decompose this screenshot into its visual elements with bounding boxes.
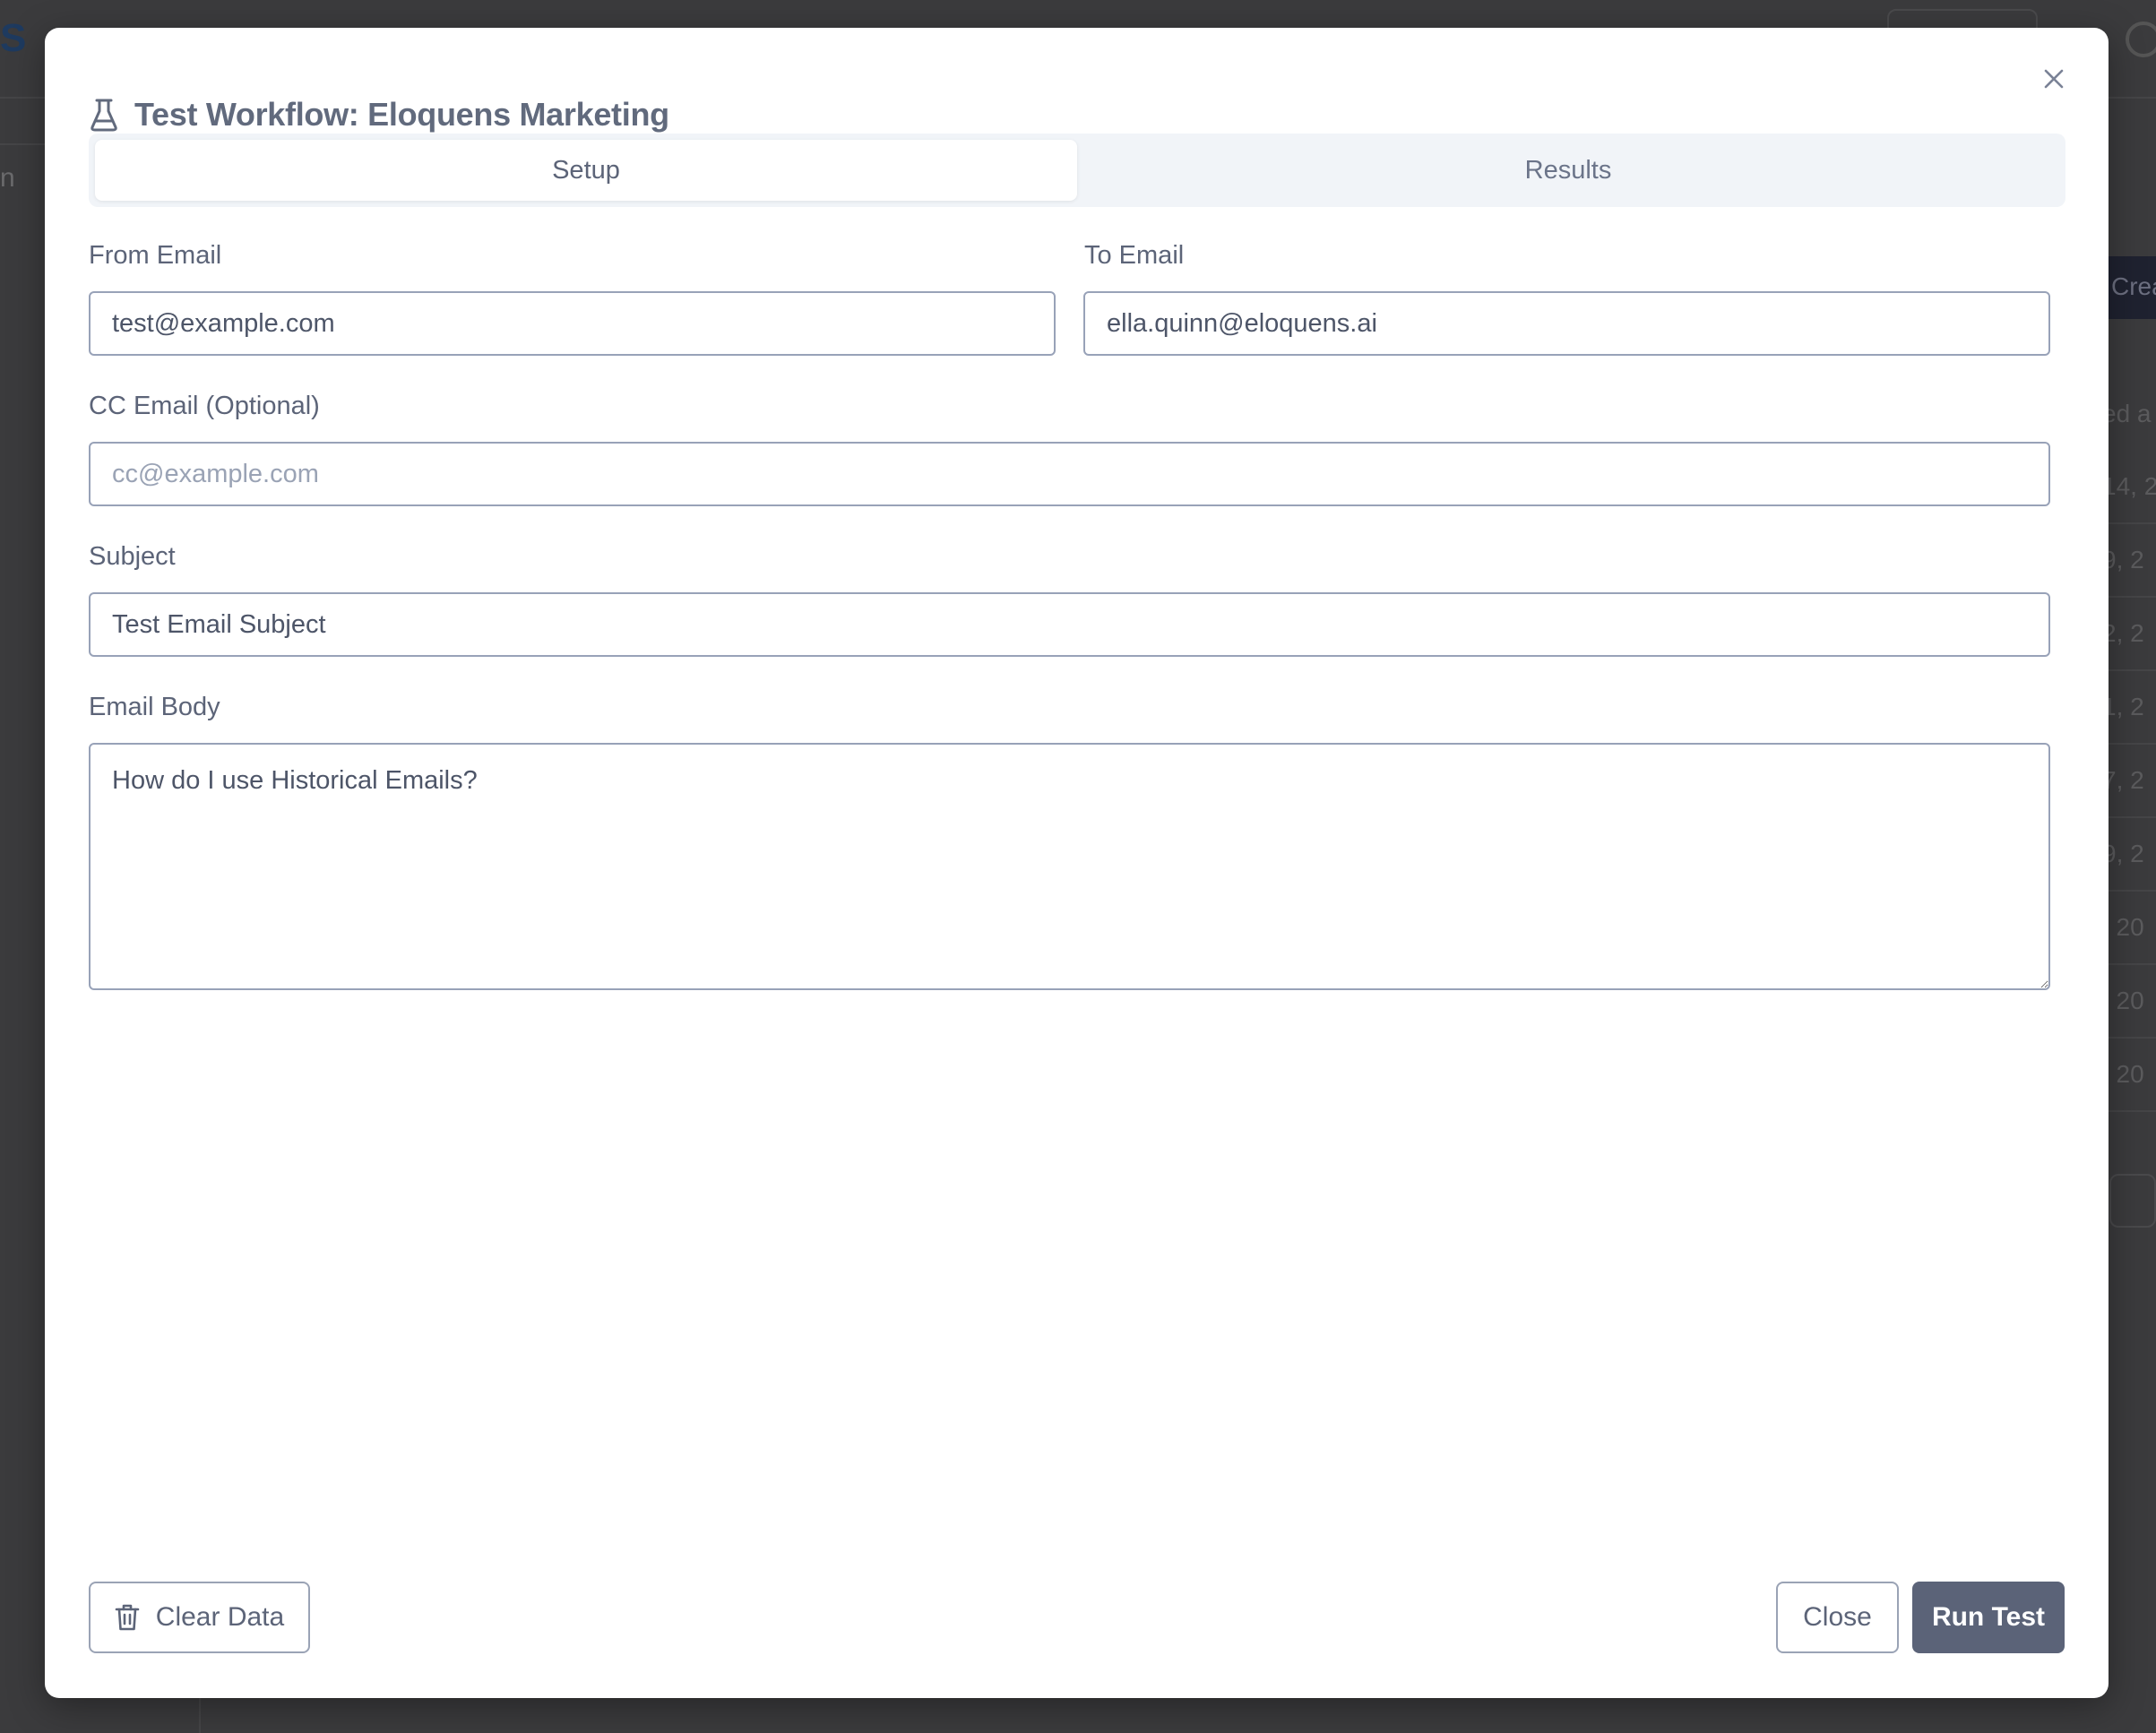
row-divider bbox=[2102, 522, 2156, 524]
clear-data-label: Clear Data bbox=[155, 1602, 285, 1632]
cc-email-field[interactable] bbox=[89, 442, 2050, 506]
background-row: , 20 bbox=[2102, 913, 2144, 941]
background-create-button: Crea bbox=[2102, 256, 2156, 319]
flask-icon bbox=[90, 98, 118, 132]
background-row: 1, 2 bbox=[2102, 693, 2144, 720]
from-email-field[interactable] bbox=[89, 291, 1056, 356]
background-row: 7, 2 bbox=[2102, 766, 2144, 794]
run-test-button[interactable]: Run Test bbox=[1912, 1582, 2065, 1653]
row-divider bbox=[2102, 1110, 2156, 1112]
from-email-label: From Email bbox=[89, 241, 222, 270]
to-email-label: To Email bbox=[1084, 241, 1185, 270]
subject-label: Subject bbox=[89, 542, 176, 571]
background-row: 2, 2 bbox=[2102, 619, 2144, 647]
tab-setup[interactable]: Setup bbox=[95, 140, 1077, 201]
background-row: 9, 2 bbox=[2102, 546, 2144, 573]
test-workflow-dialog: Test Workflow: Eloquens Marketing Setup … bbox=[45, 28, 2109, 1698]
tab-results[interactable]: Results bbox=[1077, 140, 2059, 201]
row-divider bbox=[2102, 669, 2156, 671]
moon-icon bbox=[2126, 22, 2156, 57]
trash-icon bbox=[115, 1603, 140, 1632]
to-email-field[interactable] bbox=[1083, 291, 2050, 356]
row-divider bbox=[2102, 963, 2156, 965]
email-body-field[interactable]: How do I use Historical Emails? bbox=[89, 743, 2050, 990]
background-column-header: ed a bbox=[2102, 400, 2152, 427]
background-row: , 20 bbox=[2102, 1060, 2144, 1088]
dialog-title: Test Workflow: Eloquens Marketing bbox=[134, 96, 669, 133]
row-divider bbox=[2102, 816, 2156, 818]
cc-email-label: CC Email (Optional) bbox=[89, 392, 320, 420]
background-row: , 20 bbox=[2102, 987, 2144, 1014]
sidebar-text: n bbox=[0, 163, 15, 193]
close-button[interactable]: Close bbox=[1776, 1582, 1899, 1653]
row-divider bbox=[2102, 596, 2156, 598]
app-logo: S bbox=[0, 16, 27, 60]
background-row: 14, 2 bbox=[2102, 472, 2156, 500]
background-pager-button bbox=[2109, 1174, 2156, 1228]
background-row: 9, 2 bbox=[2102, 840, 2144, 867]
close-icon[interactable] bbox=[2033, 58, 2074, 99]
subject-field[interactable] bbox=[89, 592, 2050, 657]
row-divider bbox=[2102, 890, 2156, 892]
row-divider bbox=[2102, 743, 2156, 745]
clear-data-button[interactable]: Clear Data bbox=[89, 1582, 310, 1653]
tab-list: Setup Results bbox=[89, 134, 2065, 207]
email-body-label: Email Body bbox=[89, 693, 220, 721]
row-divider bbox=[2102, 1037, 2156, 1039]
dialog-header: Test Workflow: Eloquens Marketing bbox=[90, 96, 669, 134]
